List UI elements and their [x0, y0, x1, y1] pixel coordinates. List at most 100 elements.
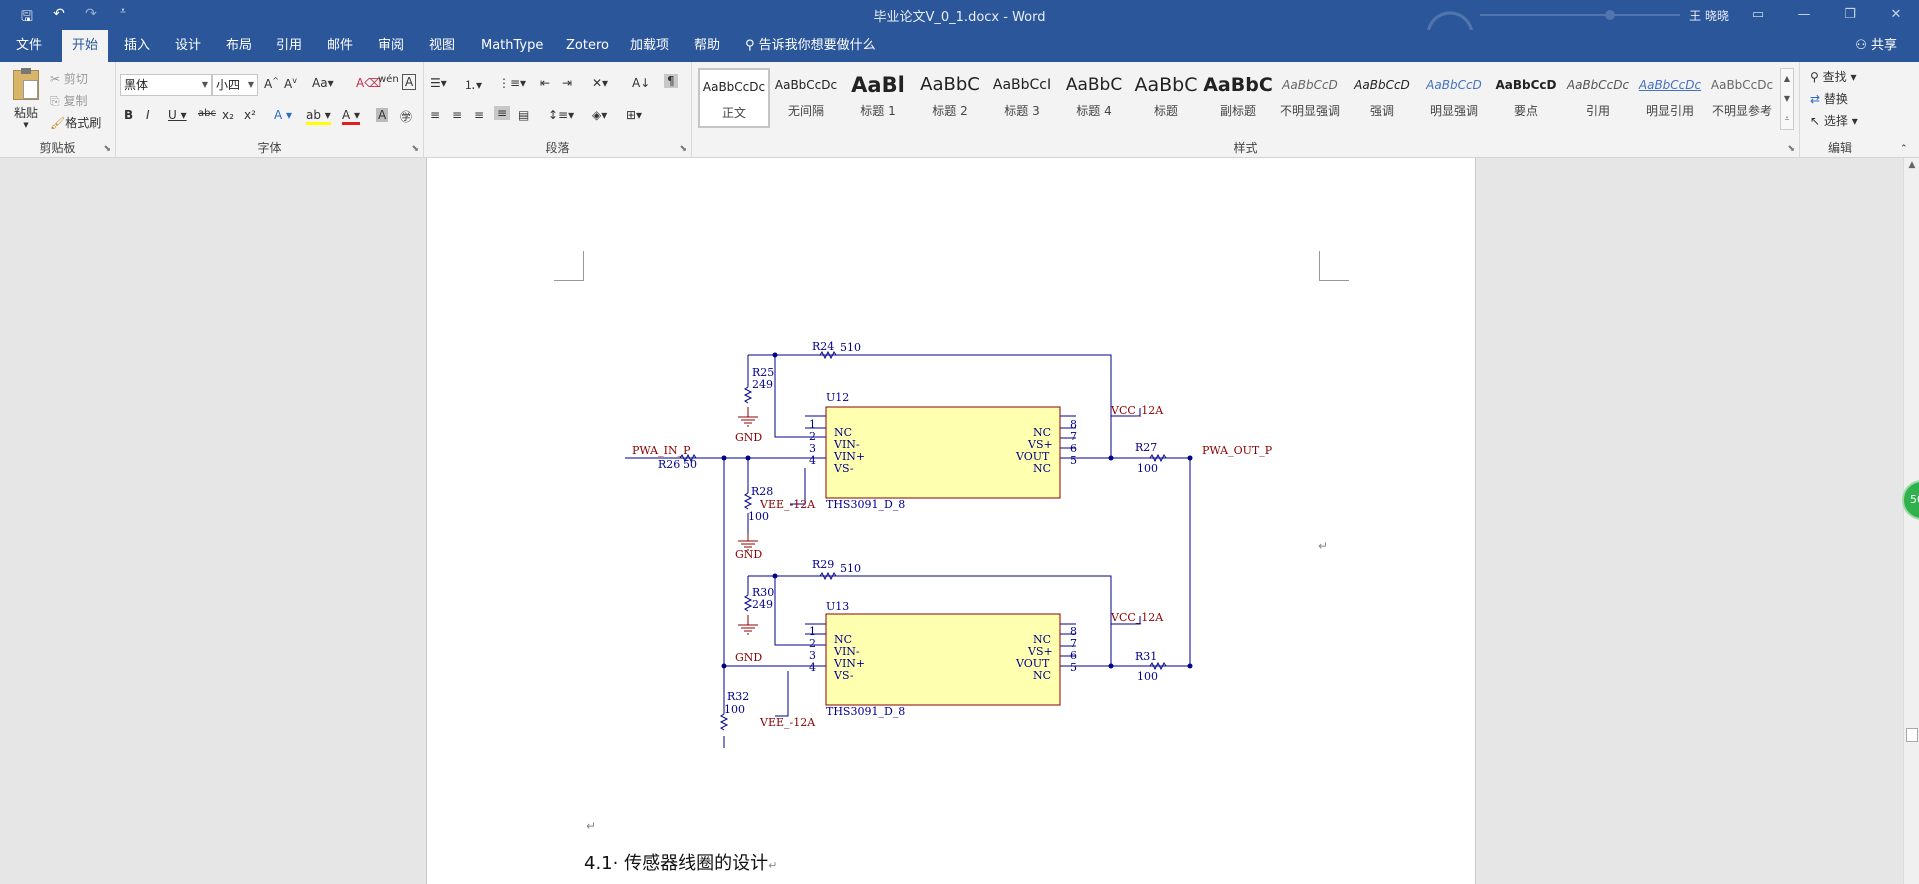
- change-case-icon[interactable]: Aa▾: [312, 76, 334, 90]
- copy-button[interactable]: ⎘ 复制: [50, 92, 87, 109]
- window-controls: ▭ — ❐ ✕: [1735, 0, 1919, 30]
- font-color-icon[interactable]: A ▾: [342, 108, 361, 125]
- grow-font-icon[interactable]: A^: [264, 76, 279, 91]
- tab-home[interactable]: 开始: [62, 30, 109, 62]
- bold-icon[interactable]: B: [124, 108, 133, 122]
- cut-button[interactable]: ✂ 剪切: [50, 70, 88, 87]
- style-item[interactable]: AaBbCcD 要点: [1490, 68, 1562, 128]
- clipboard-group-label: 剪贴板: [39, 141, 76, 155]
- line-spacing-icon[interactable]: ↕≡▾: [548, 108, 574, 122]
- text-effects-icon[interactable]: A ▾: [274, 108, 292, 122]
- tell-me-search[interactable]: ⚲ 告诉我你想要做什么: [745, 30, 876, 62]
- style-item[interactable]: AaBbCcDc 明显引用: [1634, 68, 1706, 128]
- style-item[interactable]: AaBbCcDc 不明显参考: [1706, 68, 1778, 128]
- subscript-icon[interactable]: x₂: [222, 108, 234, 122]
- phonetic-guide-icon[interactable]: wén: [378, 74, 399, 85]
- style-item[interactable]: AaBbCcD 强调: [1346, 68, 1418, 128]
- dialog-launcher-icon[interactable]: ⬊: [1787, 144, 1795, 154]
- scrollbar-thumb[interactable]: [1906, 728, 1918, 742]
- align-right-icon[interactable]: ≡: [474, 108, 484, 122]
- paste-button[interactable]: 粘贴 ▼: [10, 68, 42, 129]
- close-icon[interactable]: ✕: [1873, 0, 1919, 30]
- character-shading-icon[interactable]: A: [376, 108, 389, 122]
- tab-file[interactable]: 文件: [6, 30, 52, 62]
- ribbon-display-icon[interactable]: ▭: [1735, 0, 1781, 30]
- style-item[interactable]: AaBbC 标题 2: [914, 68, 986, 128]
- font-size-combo[interactable]: 小四 ▼: [212, 74, 258, 96]
- show-marks-icon[interactable]: ¶: [664, 74, 678, 88]
- highlight-icon[interactable]: ab ▾: [306, 108, 331, 125]
- style-item[interactable]: AaBbCcI 标题 3: [986, 68, 1058, 128]
- minimize-icon[interactable]: —: [1781, 0, 1827, 30]
- tell-me-text: 告诉我你想要做什么: [758, 38, 876, 53]
- tab-help[interactable]: 帮助: [684, 30, 730, 62]
- numbering-icon[interactable]: ⒈▾: [464, 76, 482, 93]
- style-name: 标题 1: [860, 104, 896, 118]
- find-button[interactable]: ⚲ 查找 ▾: [1810, 68, 1856, 85]
- editing-group-label: 编辑: [1827, 141, 1852, 155]
- align-left-icon[interactable]: ≡: [430, 108, 440, 122]
- style-item[interactable]: AaBbC 标题 4: [1058, 68, 1130, 128]
- style-preview: AaBl: [851, 73, 905, 97]
- increase-indent-icon[interactable]: ⇥: [562, 76, 572, 90]
- shrink-font-icon[interactable]: Av: [284, 76, 297, 91]
- scroll-up-icon[interactable]: ▲: [1904, 160, 1919, 170]
- dialog-launcher-icon[interactable]: ⬊: [679, 144, 687, 154]
- tab-view[interactable]: 视图: [419, 30, 465, 62]
- vertical-scrollbar[interactable]: ▲: [1903, 158, 1919, 884]
- input-net-label: PWA_IN_P: [632, 444, 691, 457]
- restore-icon[interactable]: ❐: [1827, 0, 1873, 30]
- style-item[interactable]: AaBbC 副标题: [1202, 68, 1274, 128]
- tab-references[interactable]: 引用: [266, 30, 312, 62]
- bullets-icon[interactable]: ☰▾: [430, 76, 447, 90]
- u13-label: U13: [826, 600, 849, 613]
- font-name-value: 黑体: [124, 78, 149, 92]
- font-group-label: 字体: [257, 141, 282, 155]
- borders-icon[interactable]: ⊞▾: [626, 108, 642, 122]
- align-center-icon[interactable]: ≡: [452, 108, 462, 122]
- tab-layout[interactable]: 布局: [216, 30, 262, 62]
- style-item[interactable]: AaBbCcDc 引用: [1562, 68, 1634, 128]
- asian-layout-icon[interactable]: ✕▾: [592, 76, 608, 90]
- user-name[interactable]: 王 晓晓: [1689, 7, 1729, 24]
- tab-addins[interactable]: 加载项: [620, 30, 679, 62]
- tab-insert[interactable]: 插入: [114, 30, 160, 62]
- tab-mathtype[interactable]: MathType: [471, 30, 553, 62]
- tab-design[interactable]: 设计: [165, 30, 211, 62]
- format-painter-button[interactable]: 🖌格式刷: [50, 114, 101, 131]
- share-button[interactable]: ⚇ 共享: [1855, 30, 1897, 62]
- dialog-launcher-icon[interactable]: ⬊: [411, 144, 419, 154]
- shading-icon[interactable]: ◈▾: [592, 108, 607, 122]
- multilevel-list-icon[interactable]: ⋮≡▾: [498, 76, 526, 90]
- strikethrough-icon[interactable]: abc: [198, 108, 216, 119]
- character-border-icon[interactable]: A: [402, 74, 417, 90]
- font-name-combo[interactable]: 黑体 ▼: [120, 74, 212, 96]
- window-title: 毕业论文V_0_1.docx - Word: [873, 10, 1046, 25]
- italic-icon[interactable]: I: [146, 108, 150, 122]
- style-item[interactable]: AaBbCcDc 正文: [698, 68, 770, 128]
- style-item[interactable]: AaBbCcD 明显强调: [1418, 68, 1490, 128]
- paragraph-mark: ↵: [1318, 539, 1329, 553]
- style-item[interactable]: AaBbCcDc 无间隔: [770, 68, 842, 128]
- styles-gallery-scroll[interactable]: ▲ ▼ ⩡: [1780, 68, 1794, 130]
- chevron-down-icon: ▼: [23, 121, 29, 129]
- superscript-icon[interactable]: x²: [244, 108, 256, 122]
- tab-zotero[interactable]: Zotero: [556, 30, 619, 62]
- section-heading[interactable]: 4.1· 传感器线圈的设计↵: [584, 849, 777, 875]
- lightbulb-icon: ⚲: [745, 38, 755, 53]
- select-button[interactable]: ↖ 选择 ▾: [1810, 112, 1858, 129]
- tab-review[interactable]: 审阅: [368, 30, 414, 62]
- dialog-launcher-icon[interactable]: ⬊: [103, 144, 111, 154]
- justify-icon[interactable]: ≡: [494, 106, 511, 120]
- decrease-indent-icon[interactable]: ⇤: [540, 76, 550, 90]
- style-item[interactable]: AaBl 标题 1: [842, 68, 914, 128]
- tab-mailings[interactable]: 邮件: [317, 30, 363, 62]
- enclose-characters-icon[interactable]: ㊫: [400, 108, 412, 125]
- underline-icon[interactable]: U ▾: [168, 108, 187, 122]
- style-item[interactable]: AaBbCcD 不明显强调: [1274, 68, 1346, 128]
- style-item[interactable]: AaBbC 标题: [1130, 68, 1202, 128]
- replace-button[interactable]: ⇄ 替换: [1810, 90, 1848, 107]
- collapse-ribbon-icon[interactable]: ⌃: [1900, 144, 1908, 154]
- distributed-icon[interactable]: ▤: [518, 108, 529, 122]
- sort-icon[interactable]: A↓: [632, 76, 650, 90]
